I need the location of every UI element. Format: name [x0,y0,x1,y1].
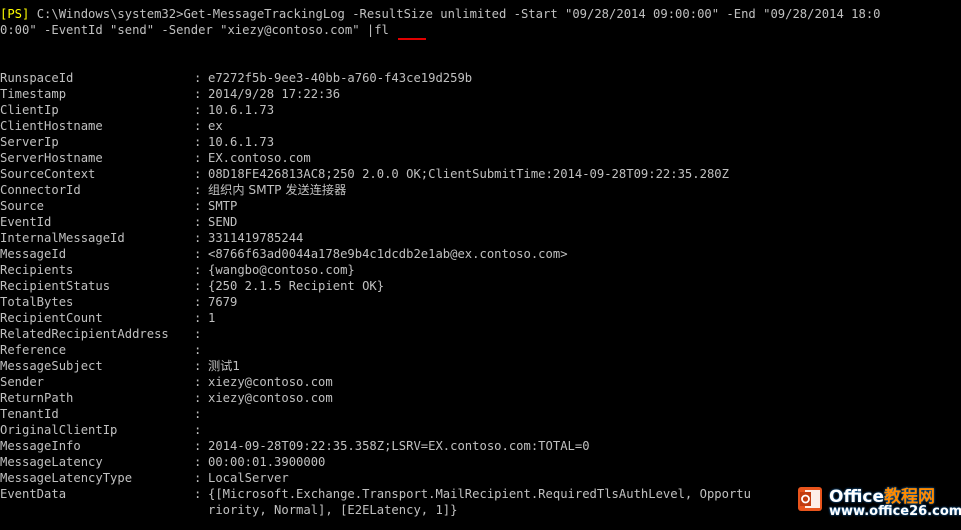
record-separator: : [194,279,202,293]
record-key: Sender [0,375,45,389]
record-value: ex [208,119,223,133]
record-key: InternalMessageId [0,231,125,245]
record-value: 10.6.1.73 [208,103,275,117]
record-value: 3311419785244 [208,231,304,245]
record-value: 组织内 SMTP 发送连接器 [208,183,347,197]
record-value: xiezy@contoso.com [208,391,333,405]
record-key: TenantId [0,407,59,421]
record-separator: : [194,407,202,421]
record-value: SMTP [208,199,238,213]
record-key: Recipients [0,263,74,277]
record-key: RelatedRecipientAddress [0,327,169,341]
record-key: TotalBytes [0,295,74,309]
record-separator: : [194,375,202,389]
record-separator: : [194,343,202,357]
record-key: ClientHostname [0,119,103,133]
record-value: xiezy@contoso.com [208,375,333,389]
powershell-console[interactable]: [PS] C:\Windows\system32>Get-MessageTrac… [0,0,961,530]
record-value: LocalServer [208,471,289,485]
watermark-url: www.office26.com [829,504,961,519]
record-key: SourceContext [0,167,96,181]
command-text-2: 0:00" -EventId "send" -Sender "xiezy@con… [0,23,367,37]
record-key: MessageLatencyType [0,471,133,485]
record-separator: : [194,263,202,277]
record-separator: : [194,183,202,197]
record-key: MessageId [0,247,67,261]
record-key: ServerIp [0,135,59,149]
record-separator: : [194,295,202,309]
record-key: ConnectorId [0,183,81,197]
pipe-format-list: |fl [366,23,389,37]
record-value: {250 2.1.5 Recipient OK} [208,279,385,293]
record-separator: : [194,327,202,341]
record-key: Reference [0,343,67,357]
record-separator: : [194,231,202,245]
record-key: RunspaceId [0,71,74,85]
record-separator: : [194,423,202,437]
record-key: RecipientCount [0,311,103,325]
record-value: 00:00:01.3900000 [208,455,326,469]
record-value: 7679 [208,295,238,309]
record-key: ClientIp [0,103,59,117]
record-value: 测试1 [208,359,241,373]
record-value: 2014-09-28T09:22:35.358Z;LSRV=EX.contoso… [208,439,590,453]
record-separator: : [194,487,202,501]
command-line-2: 0:00" -EventId "send" -Sender "xiezy@con… [0,22,389,38]
record-value: {[Microsoft.Exchange.Transport.MailRecip… [208,487,751,501]
record-value: 08D18FE426813AC8;250 2.0.0 OK;ClientSubm… [208,167,729,181]
record-separator: : [194,359,202,373]
record-separator: : [194,87,202,101]
record-key: Source [0,199,45,213]
record-value: 10.6.1.73 [208,135,275,149]
record-value: 2014/9/28 17:22:36 [208,87,341,101]
office-logo-icon [798,487,822,511]
record-value: <8766f63ad0044a178e9b4c1dcdb2e1ab@ex.con… [208,247,568,261]
record-separator: : [194,199,202,213]
record-separator: : [194,311,202,325]
record-separator: : [194,455,202,469]
prompt-tag: [PS] [0,7,30,21]
red-underline-annotation [398,38,426,40]
record-key: EventId [0,215,52,229]
record-key: MessageLatency [0,455,103,469]
record-key: MessageSubject [0,359,103,373]
record-key: EventData [0,487,67,501]
record-key: ServerHostname [0,151,103,165]
record-value: {wangbo@contoso.com} [208,263,355,277]
record-value: e7272f5b-9ee3-40bb-a760-f43ce19d259b [208,71,473,85]
record-separator: : [194,215,202,229]
record-key: RecipientStatus [0,279,111,293]
command-line-1: [PS] C:\Windows\system32>Get-MessageTrac… [0,6,881,22]
record-separator: : [194,119,202,133]
record-separator: : [194,439,202,453]
record-key: OriginalClientIp [0,423,118,437]
record-key: ReturnPath [0,391,74,405]
record-key: Timestamp [0,87,67,101]
record-separator: : [194,103,202,117]
record-separator: : [194,151,202,165]
record-separator: : [194,391,202,405]
record-separator: : [194,135,202,149]
record-key: MessageInfo [0,439,81,453]
watermark: Office教程网 www.office26.com [795,482,961,524]
record-separator: : [194,471,202,485]
record-separator: : [194,167,202,181]
record-value: EX.contoso.com [208,151,311,165]
command-text-1: C:\Windows\system32>Get-MessageTrackingL… [29,7,881,21]
record-separator: : [194,247,202,261]
record-value: 1 [208,311,216,325]
event-data-continuation: riority, Normal], [E2ELatency, 1]} [208,503,458,517]
record-value: SEND [208,215,238,229]
record-separator: : [194,71,202,85]
